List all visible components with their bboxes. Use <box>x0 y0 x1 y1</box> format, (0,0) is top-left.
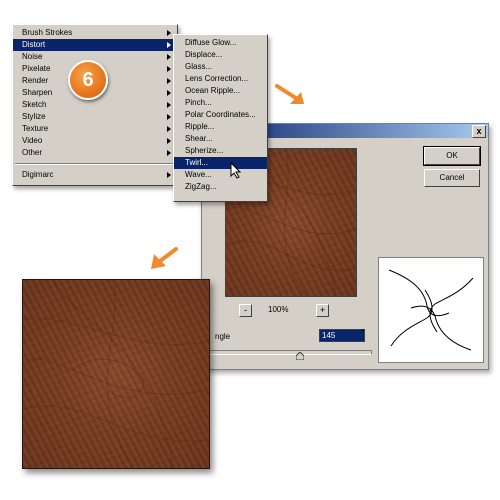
angle-slider[interactable] <box>202 350 372 355</box>
menu-item-label: Texture <box>22 124 49 133</box>
submenu-arrow-icon <box>167 150 171 156</box>
menu-item-label: Render <box>22 76 49 85</box>
menu-item-label: Shear... <box>185 134 213 143</box>
submenu-item-ripple[interactable]: Ripple... <box>174 121 267 133</box>
menu-item-label: Ripple... <box>185 122 215 131</box>
menu-item-label: Lens Correction... <box>185 74 249 83</box>
submenu-item-lens-correction[interactable]: Lens Correction... <box>174 73 267 85</box>
angle-label: ngle <box>215 332 231 341</box>
submenu-item-glass[interactable]: Glass... <box>174 61 267 73</box>
submenu-arrow-icon <box>167 66 171 72</box>
menu-item-label: Noise <box>22 52 43 61</box>
twirl-texture <box>23 280 209 468</box>
menu-item-sketch[interactable]: Sketch <box>13 99 177 111</box>
submenu-arrow-icon <box>167 54 171 60</box>
menu-item-label: Spherize... <box>185 146 224 155</box>
slider-thumb-icon[interactable] <box>295 351 305 362</box>
menu-item-video[interactable]: Video <box>13 135 177 147</box>
zoom-out-button[interactable]: - <box>239 304 252 317</box>
menu-item-label: Polar Coordinates... <box>185 110 256 119</box>
submenu-item-displace[interactable]: Displace... <box>174 49 267 61</box>
menu-item-label: Sketch <box>22 100 47 109</box>
menu-item-other[interactable]: Other <box>13 147 177 159</box>
menu-item-label: Pinch... <box>185 98 212 107</box>
menu-item-label: Pixelate <box>22 64 51 73</box>
ok-button[interactable]: OK <box>423 146 481 166</box>
menu-separator <box>15 163 175 165</box>
submenu-item-spherize[interactable]: Spherize... <box>174 145 267 157</box>
close-button[interactable]: x <box>472 125 486 138</box>
result-texture <box>22 279 210 469</box>
submenu-item-twirl[interactable]: Twirl... <box>174 157 267 169</box>
menu-item-brush-strokes[interactable]: Brush Strokes <box>13 27 177 39</box>
zoom-level: 100% <box>268 305 289 314</box>
distort-submenu: Diffuse Glow... Displace... Glass... Lens C… <box>173 34 268 202</box>
menu-item-label: Ocean Ripple... <box>185 86 241 95</box>
menu-item-texture[interactable]: Texture <box>13 123 177 135</box>
menu-item-label: ZigZag... <box>185 182 217 191</box>
submenu-item-zigzag[interactable]: ZigZag... <box>174 181 267 193</box>
filter-menu: Brush Strokes Distort Noise Pixelate Render S… <box>12 24 178 186</box>
step-badge: 6 <box>68 60 108 100</box>
cancel-button[interactable]: Cancel <box>424 169 480 187</box>
menu-item-label: Twirl... <box>185 158 209 167</box>
orange-arrow-icon <box>146 244 182 276</box>
degree-symbol: ° <box>361 328 365 337</box>
menu-item-label: Other <box>22 148 43 157</box>
submenu-arrow-icon <box>167 172 171 178</box>
menu-item-label: Video <box>22 136 43 145</box>
menu-item-label: Stylize <box>22 112 46 121</box>
submenu-arrow-icon <box>167 102 171 108</box>
menu-item-label: Digimarc <box>22 170 54 179</box>
submenu-arrow-icon <box>167 30 171 36</box>
menu-item-label: Distort <box>22 40 46 49</box>
angle-input[interactable] <box>319 329 365 342</box>
submenu-arrow-icon <box>167 138 171 144</box>
mouse-cursor-icon <box>230 161 242 181</box>
menu-item-digimarc[interactable]: Digimarc <box>13 169 177 181</box>
menu-item-label: Displace... <box>185 50 223 59</box>
submenu-item-ocean-ripple[interactable]: Ocean Ripple... <box>174 85 267 97</box>
submenu-arrow-icon <box>167 114 171 120</box>
submenu-arrow-icon <box>167 90 171 96</box>
zoom-in-button[interactable]: + <box>316 304 329 317</box>
menu-item-distort[interactable]: Distort <box>13 39 177 51</box>
menu-item-label: Sharpen <box>22 88 53 97</box>
menu-item-label: Diffuse Glow... <box>185 38 237 47</box>
menu-item-label: Brush Strokes <box>22 28 73 37</box>
submenu-arrow-icon <box>167 42 171 48</box>
submenu-arrow-icon <box>167 126 171 132</box>
orange-arrow-icon <box>273 80 309 112</box>
menu-item-label: Glass... <box>185 62 213 71</box>
submenu-item-pinch[interactable]: Pinch... <box>174 97 267 109</box>
submenu-arrow-icon <box>167 78 171 84</box>
menu-item-stylize[interactable]: Stylize <box>13 111 177 123</box>
submenu-item-shear[interactable]: Shear... <box>174 133 267 145</box>
submenu-item-polar-coordinates[interactable]: Polar Coordinates... <box>174 109 267 121</box>
submenu-item-wave[interactable]: Wave... <box>174 169 267 181</box>
twirl-preview-icon <box>378 257 484 363</box>
menu-item-label: Wave... <box>185 170 212 179</box>
submenu-item-diffuse-glow[interactable]: Diffuse Glow... <box>174 37 267 49</box>
